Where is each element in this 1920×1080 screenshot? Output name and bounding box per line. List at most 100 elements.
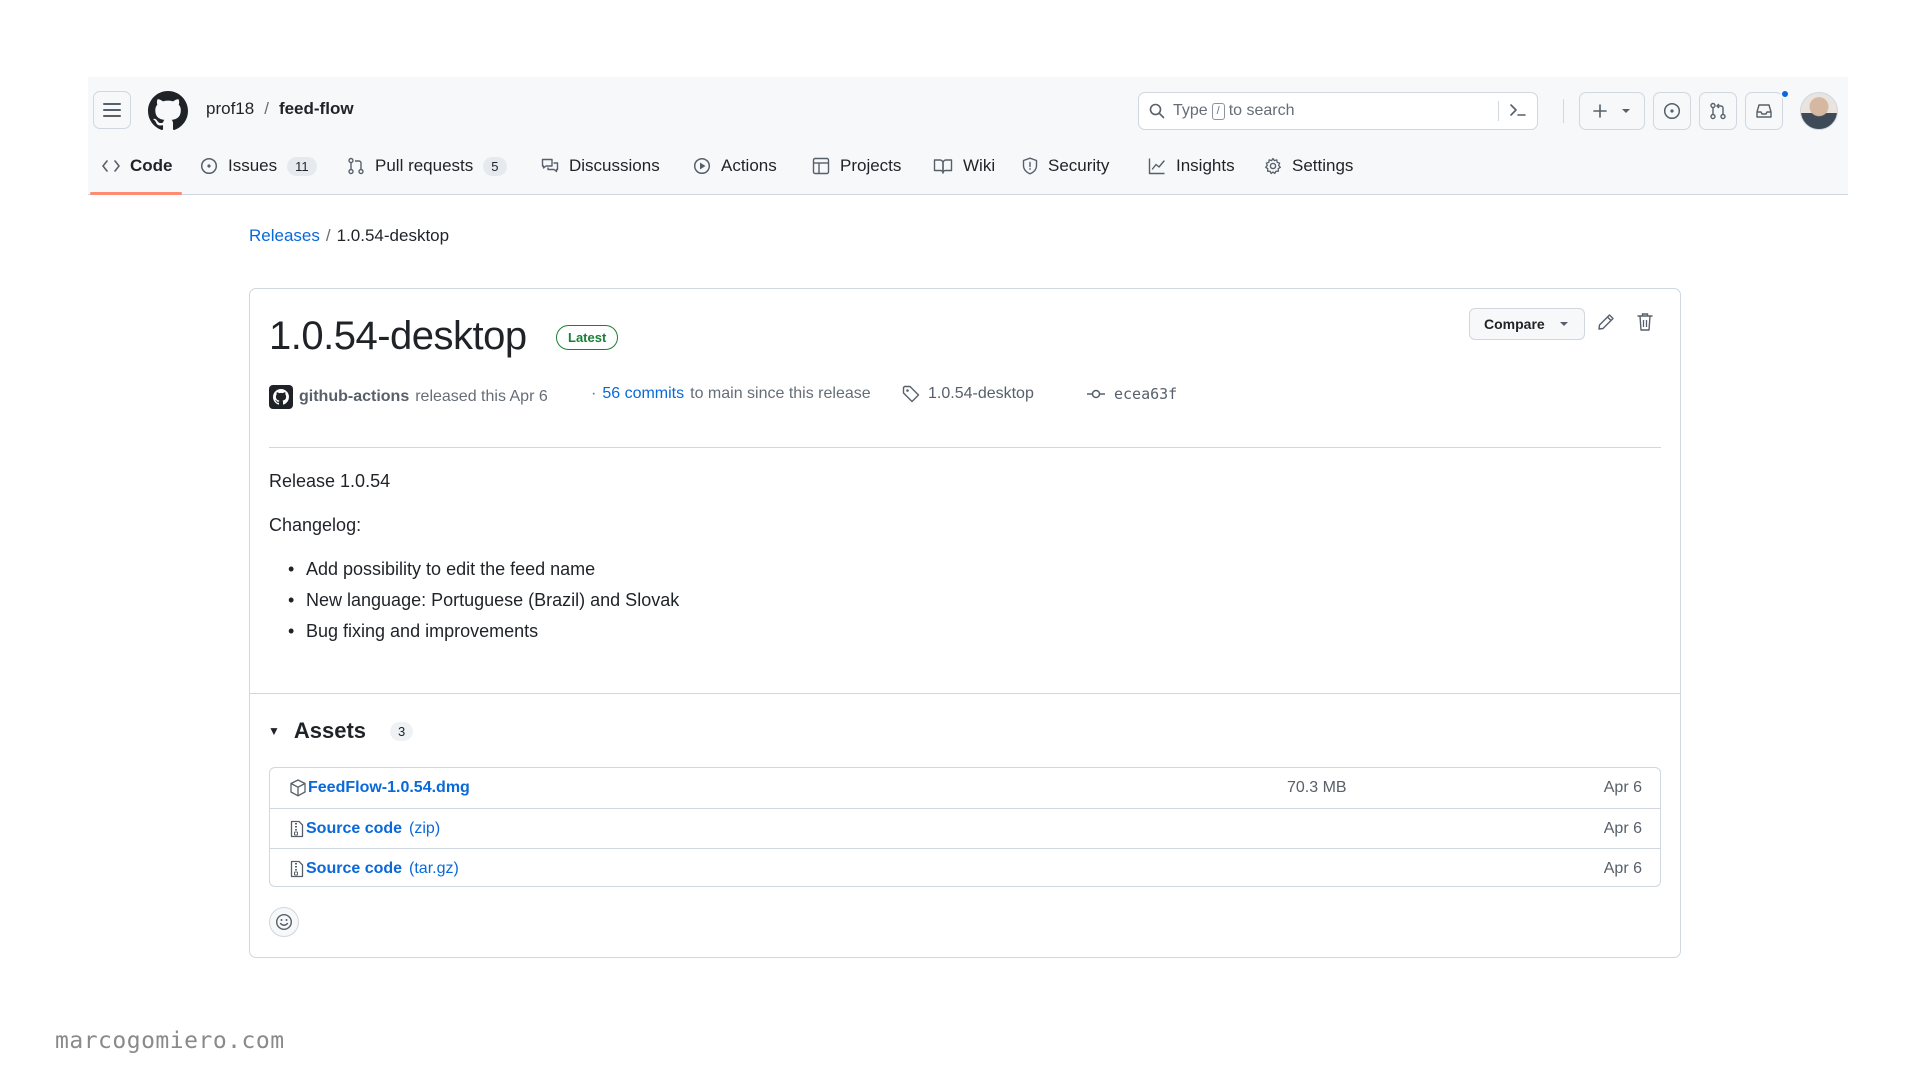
pull-requests-button[interactable] [1699,92,1737,130]
create-new-button[interactable] [1579,92,1645,130]
tab-label: Settings [1292,156,1354,175]
tab-label: Code [130,156,173,175]
commit-sha-link[interactable]: ecea63f [1114,385,1177,403]
plus-icon [1593,104,1607,118]
tab-label: Pull requests [375,156,474,175]
compare-label: Compare [1484,316,1545,332]
commits-suffix: to main since this release [690,385,871,402]
tab-settings[interactable]: Settings [1264,151,1353,181]
commits-dot: · [591,385,597,402]
github-logo-icon[interactable] [148,91,188,131]
toolbar-divider [1563,99,1564,123]
tab-insights[interactable]: Insights [1148,151,1235,181]
git-pull-request-icon [348,157,364,175]
search-divider [1498,101,1499,121]
release-card: 1.0.54-desktop Latest Compare github-act… [249,288,1681,958]
tab-label: Issues [228,156,278,175]
issues-count-badge: 11 [287,156,317,176]
changelog-item: New language: Portuguese (Brazil) and Sl… [288,590,679,611]
tab-actions[interactable]: Actions [693,151,777,181]
asset-date: Apr 6 [1603,779,1642,796]
command-palette-icon[interactable] [1509,102,1527,118]
release-tag-link[interactable]: 1.0.54-desktop [928,385,1034,403]
tab-label: Security [1048,156,1110,175]
asset-row: FeedFlow-1.0.54.dmg 70.3 MB Apr 6 [270,768,1660,808]
trash-icon[interactable] [1637,312,1653,332]
book-icon [933,159,953,174]
assets-toggle[interactable]: ▼ Assets 3 [268,718,414,744]
owner-link[interactable]: prof18 [206,99,254,119]
release-heading: Release 1.0.54 [269,471,391,491]
compare-button[interactable]: Compare [1469,308,1585,340]
search-prefix: Type [1173,102,1208,119]
search-suffix: to search [1228,102,1295,119]
shield-icon [1022,157,1038,175]
release-title[interactable]: 1.0.54-desktop [269,314,527,359]
inbox-button[interactable] [1745,92,1783,130]
asset-name: FeedFlow-1.0.54.dmg [308,779,470,796]
releases-link[interactable]: Releases [249,226,320,245]
asset-date: Apr 6 [1603,859,1642,877]
git-pull-request-icon [1710,102,1726,120]
breadcrumb-separator: / [325,226,331,245]
tag-icon [902,385,920,403]
git-commit-icon [1087,389,1105,399]
issue-opened-icon [200,157,218,175]
file-zip-icon [290,820,304,837]
hamburger-icon [103,103,121,117]
tab-label: Insights [1176,156,1235,175]
issues-button[interactable] [1653,92,1691,130]
tab-code[interactable]: Code [102,151,173,181]
tab-label: Wiki [963,156,996,175]
pencil-icon[interactable] [1597,313,1615,331]
owner-repo-separator: / [264,99,269,118]
commits-link[interactable]: 56 commits [602,385,684,403]
asset-ext: (zip) [409,819,441,837]
active-tab-indicator [90,192,182,195]
github-actions-avatar-icon[interactable] [269,385,293,409]
caret-down-icon [1622,109,1630,113]
add-reaction-button[interactable] [269,907,299,937]
asset-link[interactable]: FeedFlow-1.0.54.dmg [290,779,470,797]
repo-nav: Code Issues 11 Pull requests 5 Discussio… [88,137,1848,195]
triangle-down-icon: ▼ [268,724,280,738]
tab-issues[interactable]: Issues 11 [200,151,317,181]
pull-requests-count-badge: 5 [483,156,507,176]
released-text: released this Apr 6 [415,388,548,405]
asset-name: Source code [306,859,403,877]
asset-row: Source code (tar.gz) Apr 6 [270,848,1660,888]
search-shortcut-key: / [1211,102,1225,120]
file-zip-icon [290,860,304,877]
package-icon [290,779,306,797]
github-header: prof18 / feed-flow Type / to search Code… [88,77,1848,195]
tab-projects[interactable]: Projects [812,151,901,181]
asset-name: Source code [306,819,403,837]
user-avatar[interactable] [1800,92,1838,130]
breadcrumb: Releases / 1.0.54-desktop [249,226,449,246]
repo-breadcrumb: prof18 / feed-flow [206,99,354,119]
code-icon [102,160,120,172]
search-input[interactable]: Type / to search [1138,92,1538,130]
release-author-link[interactable]: github-actions [299,388,409,406]
issue-opened-icon [1663,102,1681,120]
notification-dot [1780,89,1790,99]
release-meta: github-actions released this Apr 6 · 56 … [269,385,1269,409]
asset-row: Source code (zip) Apr 6 [270,808,1660,848]
changelog-item: Add possibility to edit the feed name [288,559,679,580]
top-bar: prof18 / feed-flow Type / to search [88,77,1848,137]
breadcrumb-current: 1.0.54-desktop [336,226,450,245]
tab-discussions[interactable]: Discussions [541,151,660,181]
assets-list: FeedFlow-1.0.54.dmg 70.3 MB Apr 6 Source… [269,767,1661,887]
repo-link[interactable]: feed-flow [279,99,354,119]
tab-security[interactable]: Security [1022,151,1109,181]
asset-link[interactable]: Source code (zip) [290,820,440,838]
gear-icon [1265,157,1281,175]
tab-pull-requests[interactable]: Pull requests 5 [347,151,507,181]
asset-size: 70.3 MB [1287,779,1347,796]
meta-divider [269,447,1661,448]
tab-label: Projects [840,156,902,175]
asset-link[interactable]: Source code (tar.gz) [290,860,459,878]
tab-wiki[interactable]: Wiki [933,151,995,181]
graph-icon [1148,158,1165,175]
menu-button[interactable] [93,91,131,129]
